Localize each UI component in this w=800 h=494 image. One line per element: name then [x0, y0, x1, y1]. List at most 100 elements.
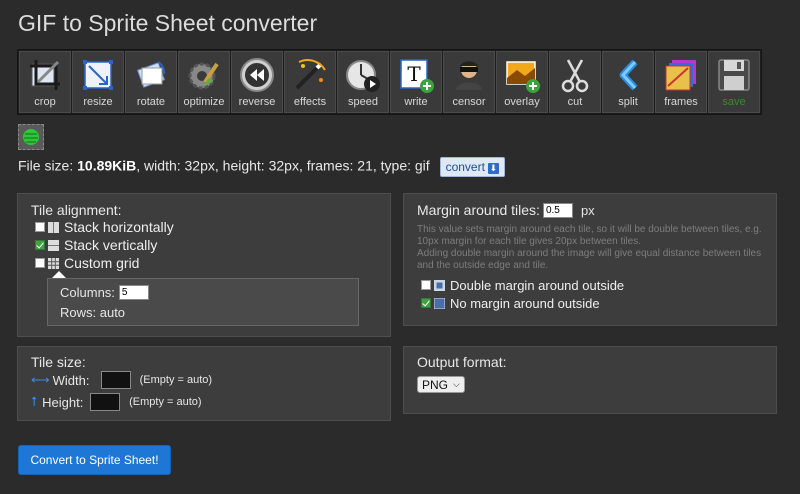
output-format-panel: Output format: PNG ⌵: [403, 346, 777, 414]
margin-hint: This value sets margin around each tile,…: [417, 224, 773, 272]
resize-icon: [83, 60, 113, 90]
width-label: Width:: [52, 372, 90, 388]
tool-label: crop: [34, 96, 56, 108]
tool-cut[interactable]: cut: [549, 51, 601, 113]
tool-label: effects: [293, 96, 327, 108]
optimize-icon: [188, 62, 219, 90]
convert-label: convert: [445, 160, 485, 174]
split-icon: [619, 59, 638, 91]
rows-label: Rows: auto: [60, 305, 126, 320]
custom-grid-checkbox[interactable]: [35, 258, 45, 268]
tile-alignment-title: Tile alignment:: [31, 202, 122, 218]
margin-input[interactable]: [542, 202, 573, 218]
double-margin-option[interactable]: Double margin around outside: [421, 276, 624, 294]
tool-label: resize: [83, 96, 113, 108]
tool-label: save: [722, 96, 746, 108]
tool-label: censor: [452, 96, 486, 108]
width-arrow-icon: ⟷: [31, 372, 50, 387]
stack-horizontal-option[interactable]: Stack horizontally: [35, 218, 174, 236]
margin-panel: Margin around tiles: px This value sets …: [403, 193, 777, 326]
no-margin-checkbox[interactable]: [421, 298, 431, 308]
tool-split[interactable]: split: [602, 51, 654, 113]
tool-label: reverse: [238, 96, 276, 108]
custom-grid-label: Custom grid: [64, 255, 140, 271]
height-label: Height:: [42, 394, 84, 410]
columns-input[interactable]: [118, 285, 149, 300]
overlay-icon: [506, 61, 540, 93]
tool-optimize[interactable]: optimize: [178, 51, 230, 113]
margin-title: Margin around tiles:: [417, 202, 540, 218]
margin-row: Margin around tiles: px: [417, 202, 595, 218]
width-row: ⟷ Width: (Empty = auto): [31, 371, 212, 389]
toolbar: crop resize rotate optimize reverse effe…: [17, 49, 762, 115]
tool-effects[interactable]: effects: [284, 51, 336, 113]
margin-hint-line: and the outside edge and tile.: [417, 260, 549, 271]
stack-horizontal-label: Stack horizontally: [64, 219, 174, 235]
stack-horizontal-checkbox[interactable]: [35, 222, 45, 232]
write-icon: T: [400, 59, 434, 93]
tool-label: split: [618, 96, 638, 108]
convert-button[interactable]: convert ⬇: [439, 157, 505, 177]
preview-sprite-icon: [23, 129, 39, 145]
margin-unit: px: [580, 202, 595, 218]
cut-icon: [561, 59, 589, 93]
no-margin-option[interactable]: No margin around outside: [421, 294, 600, 312]
margin-hint-line: 10px margin for each tile gives 20px bet…: [417, 236, 642, 247]
crop-icon: [30, 60, 60, 90]
tool-reverse[interactable]: reverse: [231, 51, 283, 113]
tool-save[interactable]: save: [708, 51, 760, 113]
file-info-prefix: File size:: [18, 157, 78, 174]
rotate-icon: [136, 61, 166, 88]
margin-hint-line: This value sets margin around each tile,…: [417, 224, 762, 235]
censor-icon: [456, 61, 482, 90]
stack-vertical-checkbox[interactable]: [35, 240, 45, 250]
no-margin-label: No margin around outside: [450, 295, 600, 311]
tile-size-title: Tile size:: [31, 354, 86, 370]
tool-speed[interactable]: speed: [337, 51, 389, 113]
width-input[interactable]: [100, 371, 131, 389]
output-format-value: PNG: [422, 377, 449, 392]
frames-icon: [665, 60, 696, 91]
tool-label: speed: [348, 96, 378, 108]
tool-label: cut: [567, 96, 583, 108]
file-info: File size: 10.89KiB, width: 32px, height…: [18, 157, 505, 177]
height-input[interactable]: [90, 393, 121, 411]
tool-overlay[interactable]: overlay: [496, 51, 548, 113]
tool-crop[interactable]: crop: [19, 51, 71, 113]
chevron-down-icon: ⌵: [453, 379, 460, 389]
tile-size-panel: Tile size: ⟷ Width: (Empty = auto) ⭡ Hei…: [17, 346, 391, 421]
double-margin-icon: [434, 279, 445, 291]
tool-rotate[interactable]: rotate: [125, 51, 177, 113]
columns-row: Columns:: [60, 285, 149, 300]
output-format-title: Output format:: [417, 354, 507, 370]
speed-icon: [346, 60, 380, 92]
file-info-details: , width: 32px, height: 32px, frames: 21,…: [136, 157, 430, 174]
reverse-icon: [240, 58, 274, 92]
effects-icon: [295, 59, 326, 90]
custom-grid-option[interactable]: Custom grid: [35, 254, 139, 272]
tool-label: optimize: [183, 96, 225, 108]
tool-write[interactable]: T write: [390, 51, 442, 113]
no-margin-icon: [434, 297, 445, 309]
custom-grid-settings: Columns: Rows: auto: [47, 278, 359, 326]
convert-sprite-sheet-button[interactable]: Convert to Sprite Sheet!: [18, 445, 171, 475]
tool-censor[interactable]: censor: [443, 51, 495, 113]
tool-label: rotate: [136, 96, 166, 108]
tool-frames[interactable]: frames: [655, 51, 707, 113]
stack-vertical-icon: [48, 239, 59, 251]
tool-resize[interactable]: resize: [72, 51, 124, 113]
margin-hint-line: Adding double margin around the image wi…: [417, 248, 762, 259]
page-title: GIF to Sprite Sheet converter: [18, 10, 318, 36]
stack-horizontal-icon: [48, 221, 59, 233]
gif-preview: [18, 124, 44, 150]
height-row: ⭡ Height: (Empty = auto): [31, 393, 202, 411]
file-size-value: 10.89KiB: [77, 157, 137, 174]
height-arrow-icon: ⭡: [31, 394, 38, 409]
tool-label: overlay: [504, 96, 540, 108]
tile-alignment-panel: Tile alignment: Stack horizontally Stack…: [17, 193, 391, 337]
output-format-select[interactable]: PNG ⌵: [417, 376, 465, 393]
stack-vertical-option[interactable]: Stack vertically: [35, 236, 157, 254]
svg-text:T: T: [407, 62, 421, 86]
width-note: (Empty = auto): [139, 374, 213, 386]
double-margin-checkbox[interactable]: [421, 280, 431, 290]
